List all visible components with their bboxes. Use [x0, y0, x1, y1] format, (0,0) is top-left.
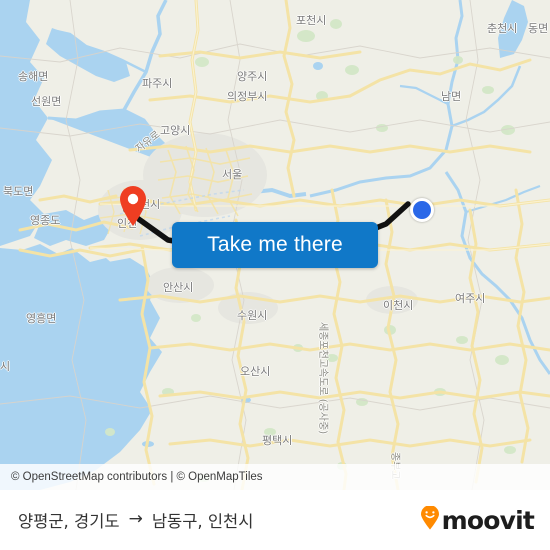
origin-label: 양평군, 경기도 [18, 512, 120, 531]
destination-dot-marker[interactable] [410, 198, 434, 222]
moovit-route-screenshot: 포천시 춘천시 동면 송해면 파주시 양주시 남면 선원면 의정부시 고양시 자유로 서울 북도면 천시 영… [0, 0, 550, 550]
origin-pin-marker[interactable] [118, 185, 148, 227]
moovit-wordmark: moovit [441, 505, 535, 535]
map-canvas[interactable]: 포천시 춘천시 동면 송해면 파주시 양주시 남면 선원면 의정부시 고양시 자유로 서울 북도면 천시 영… [0, 0, 550, 490]
moovit-logo[interactable]: moovit [420, 504, 535, 535]
map-attribution-bar: © OpenStreetMap contributors | © OpenMap… [0, 464, 550, 490]
destination-label: 남동구, 인천시 [151, 512, 254, 531]
moovit-pin-icon [420, 504, 440, 535]
take-me-there-button[interactable]: Take me there [172, 222, 378, 268]
arrow-right-icon: → [128, 508, 143, 529]
route-summary: 양평군, 경기도 → 남동구, 인천시 [18, 508, 253, 532]
attribution-text[interactable]: © OpenStreetMap contributors | © OpenMap… [11, 471, 263, 483]
footer-bar: 양평군, 경기도 → 남동구, 인천시 moovit [0, 490, 550, 550]
